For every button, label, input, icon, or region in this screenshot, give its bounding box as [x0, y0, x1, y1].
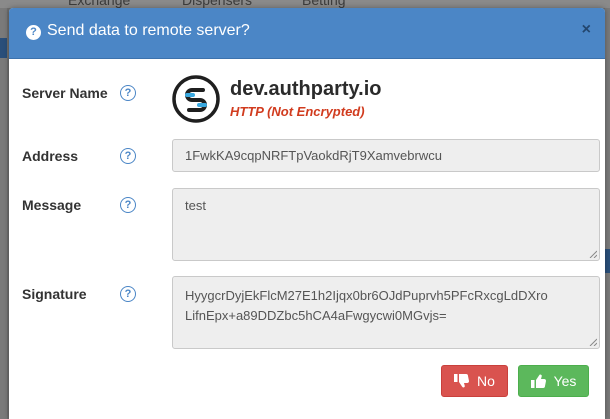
server-name-label: Server Name — [22, 85, 108, 101]
signature-help-icon[interactable]: ? — [120, 286, 136, 302]
resize-grip-icon[interactable] — [589, 250, 597, 258]
dialog-title: Send data to remote server? — [47, 22, 250, 39]
signature-line-2: LifnEpx+a89DDZbc5hCA4aFwgycwi0MGvjs= — [185, 308, 447, 323]
server-name-value: dev.authparty.io — [230, 78, 382, 100]
server-encryption-warning: HTTP (Not Encrypted) — [230, 104, 365, 119]
background-nav: Exchange Dispensers Betting — [0, 0, 610, 8]
no-button[interactable]: No — [441, 365, 508, 397]
resize-grip-icon[interactable] — [589, 338, 597, 346]
no-button-label: No — [477, 373, 495, 389]
yes-button-label: Yes — [553, 373, 577, 389]
yes-button[interactable]: Yes — [518, 365, 589, 397]
bg-nav-betting: Betting — [302, 0, 346, 8]
bg-nav-exchange: Exchange — [68, 0, 131, 8]
background-right-accent — [605, 249, 610, 273]
address-help-icon[interactable]: ? — [120, 148, 136, 164]
address-label: Address — [22, 148, 79, 164]
close-button[interactable]: × — [582, 22, 591, 38]
signature-textarea[interactable]: HyygcrDyjEkFlcM27E1h2Ijqx0br6OJdPuprvh5P… — [172, 276, 600, 349]
address-field[interactable]: 1FwkKA9cqpNRFTpVaokdRjT9Xamvebrwcu — [172, 139, 600, 172]
background-left-accent — [0, 38, 7, 58]
background-left-panel — [0, 8, 7, 419]
thumbs-up-icon — [530, 374, 546, 388]
message-label: Message — [22, 197, 82, 213]
dialog-header: ? Send data to remote server? × — [9, 8, 605, 59]
message-textarea[interactable]: test — [172, 188, 600, 261]
server-logo-icon — [172, 75, 220, 123]
server-name-help-icon[interactable]: ? — [120, 85, 136, 101]
send-data-dialog: ? Send data to remote server? × Server N… — [9, 8, 605, 419]
signature-label: Signature — [22, 286, 87, 302]
thumbs-down-icon — [454, 374, 470, 388]
background-right-panel — [605, 8, 610, 419]
bg-nav-dispensers: Dispensers — [182, 0, 253, 8]
question-circle-icon: ? — [26, 25, 41, 40]
signature-line-1: HyygcrDyjEkFlcM27E1h2Ijqx0br6OJdPuprvh5P… — [185, 288, 548, 303]
message-text: test — [185, 198, 206, 213]
message-help-icon[interactable]: ? — [120, 197, 136, 213]
